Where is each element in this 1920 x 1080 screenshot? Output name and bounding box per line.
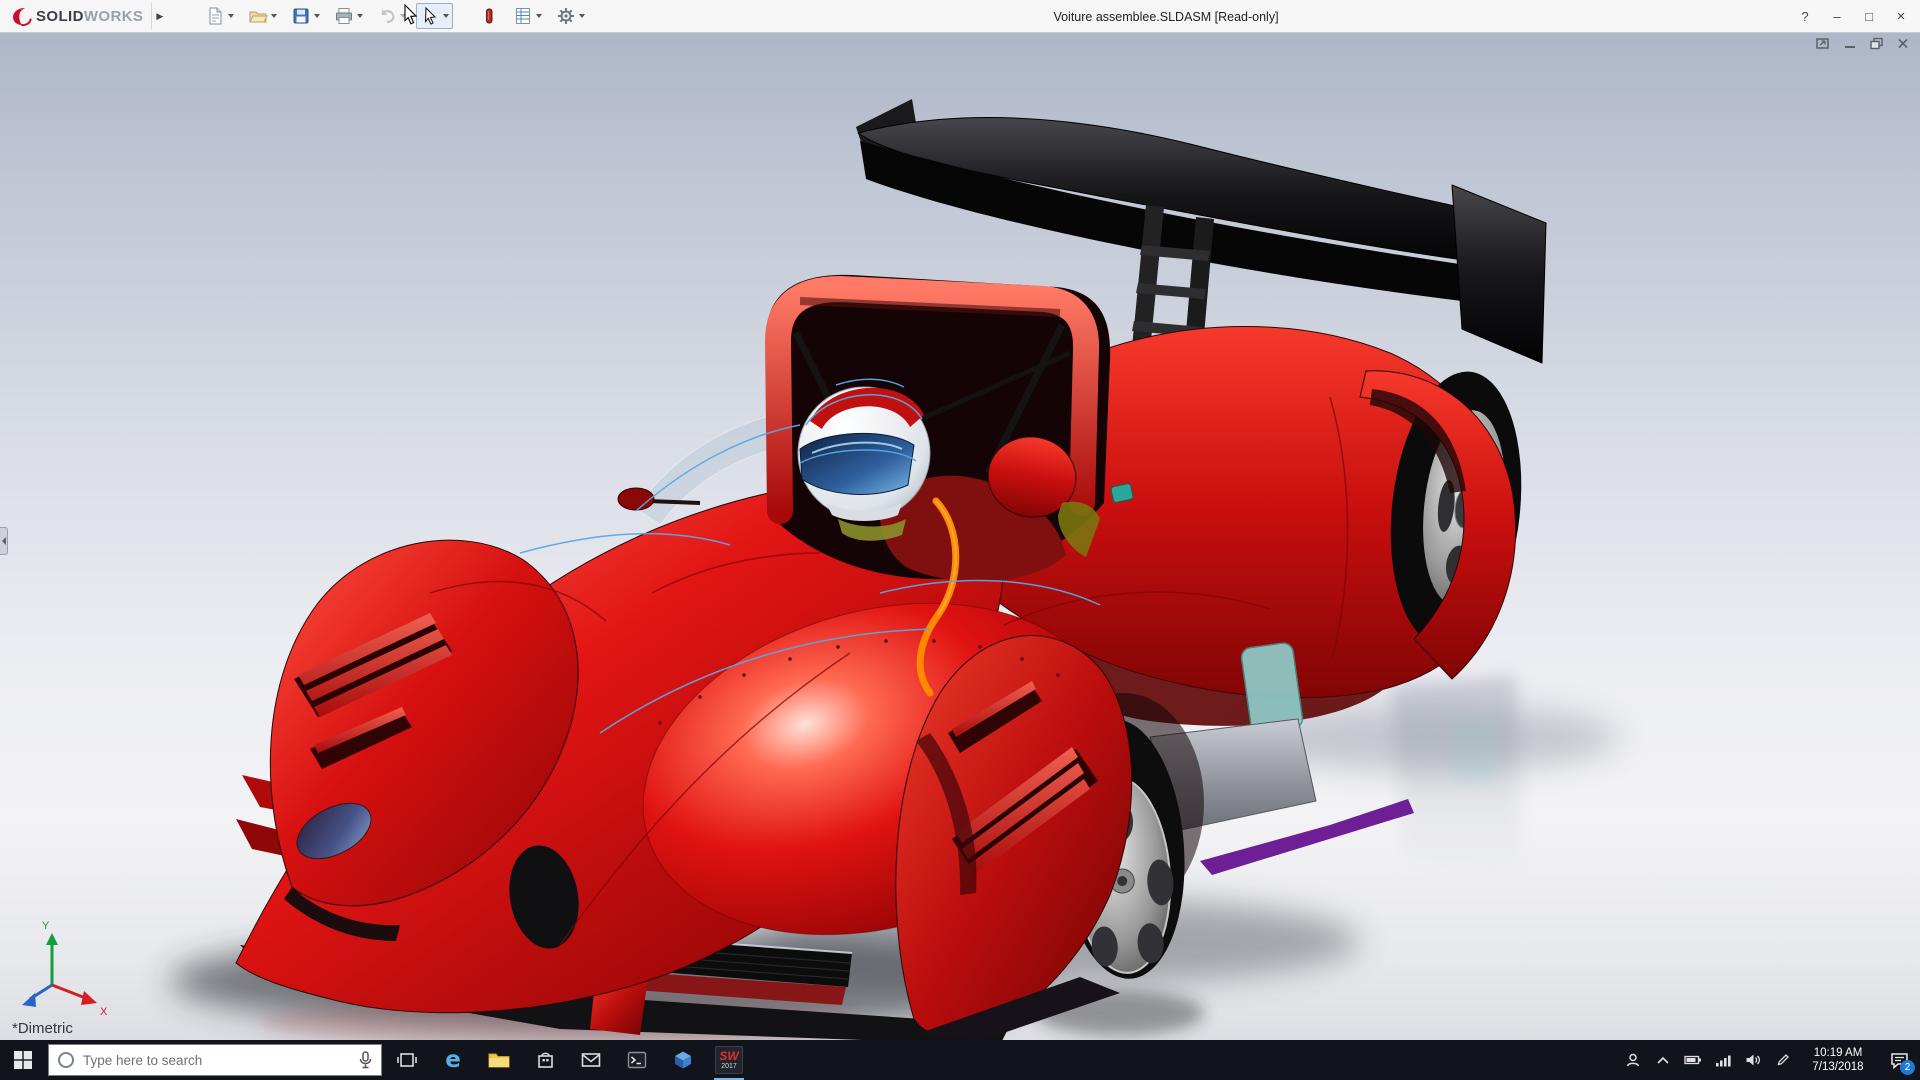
- dropdown-caret-icon: [357, 14, 363, 18]
- windows-logo-icon: [14, 1051, 32, 1069]
- cad-viewer-icon: [673, 1050, 693, 1070]
- window-title: Voiture assemblee.SLDASM [Read-only]: [1053, 0, 1278, 33]
- dropdown-caret-icon: [579, 14, 585, 18]
- tray-overflow-button[interactable]: [1648, 1040, 1678, 1080]
- search-input[interactable]: [83, 1053, 350, 1068]
- dropdown-caret-icon: [271, 14, 277, 18]
- select-arrow-icon: [420, 6, 440, 26]
- new-document-icon: [205, 6, 225, 26]
- collapse-arrow-icon: [2, 537, 6, 545]
- pin-pane-icon[interactable]: [1815, 37, 1831, 50]
- mouse-cursor: [404, 4, 419, 25]
- clock-date: 7/13/2018: [1812, 1060, 1863, 1074]
- task-view-button[interactable]: [384, 1040, 430, 1080]
- terminal-icon: [627, 1051, 647, 1069]
- quick-access-toolbar: [201, 3, 589, 29]
- save-icon: [291, 6, 311, 26]
- clock-time: 10:19 AM: [1814, 1046, 1863, 1060]
- solidworks-2017-icon: SW 2017: [715, 1046, 743, 1074]
- options-sheet-icon: [513, 6, 533, 26]
- cad-viewer-button[interactable]: [660, 1040, 706, 1080]
- mail-button[interactable]: [568, 1040, 614, 1080]
- volume-button[interactable]: [1738, 1040, 1768, 1080]
- battery-button[interactable]: [1678, 1040, 1708, 1080]
- dropdown-caret-icon: [536, 14, 542, 18]
- cortana-icon: [57, 1051, 75, 1069]
- save-button[interactable]: [287, 3, 324, 29]
- network-icon: [1715, 1054, 1731, 1067]
- task-view-icon: [397, 1050, 417, 1070]
- people-button[interactable]: [1618, 1040, 1648, 1080]
- ds-logo-icon: [10, 5, 32, 27]
- titlebar: SOLIDWORKS ▶: [0, 0, 1920, 33]
- microphone-icon[interactable]: [358, 1051, 373, 1069]
- windows-taskbar: e SW 2: [0, 1040, 1920, 1080]
- print-button[interactable]: [330, 3, 367, 29]
- print-icon: [334, 6, 354, 26]
- car-model: [236, 99, 1546, 1040]
- edge-button[interactable]: e: [430, 1040, 476, 1080]
- xpress-tools-icon: [479, 6, 499, 26]
- solidworks-2017-button[interactable]: SW 2017: [706, 1040, 752, 1080]
- reference-triad: Y X: [22, 920, 108, 1018]
- battery-icon: [1684, 1054, 1702, 1066]
- maximize-button[interactable]: □: [1856, 5, 1882, 29]
- file-explorer-button[interactable]: [476, 1040, 522, 1080]
- new-document-button[interactable]: [201, 3, 238, 29]
- start-button[interactable]: [0, 1040, 46, 1080]
- settings-button[interactable]: [552, 3, 589, 29]
- document-window-controls: [1815, 37, 1910, 50]
- mail-icon: [581, 1052, 601, 1068]
- solidworks-logo: SOLIDWORKS: [0, 5, 151, 27]
- undo-icon: [377, 6, 397, 26]
- dropdown-caret-icon: [228, 14, 234, 18]
- network-button[interactable]: [1708, 1040, 1738, 1080]
- terminal-button[interactable]: [614, 1040, 660, 1080]
- window-controls: ? – □ ×: [1792, 0, 1914, 33]
- gear-icon: [556, 6, 576, 26]
- pen-button[interactable]: [1768, 1040, 1798, 1080]
- graphics-area: Y X *Dimetric: [0, 33, 1920, 1040]
- store-button[interactable]: [522, 1040, 568, 1080]
- open-button[interactable]: [244, 3, 281, 29]
- restore-pane-icon[interactable]: [1869, 37, 1884, 50]
- open-icon: [248, 6, 268, 26]
- volume-icon: [1745, 1053, 1761, 1067]
- edge-icon: e: [445, 1047, 461, 1073]
- minimize-button[interactable]: –: [1824, 5, 1850, 29]
- side-mirror: [618, 488, 654, 510]
- minimize-pane-icon[interactable]: [1843, 37, 1857, 50]
- people-icon: [1625, 1052, 1641, 1068]
- close-button[interactable]: ×: [1888, 5, 1914, 29]
- action-center-button[interactable]: 2: [1878, 1040, 1920, 1080]
- chevron-up-icon: [1656, 1055, 1670, 1065]
- clock[interactable]: 10:19 AM 7/13/2018: [1798, 1040, 1878, 1080]
- file-explorer-icon: [488, 1051, 510, 1069]
- store-icon: [536, 1051, 555, 1070]
- 3d-viewport[interactable]: Y X: [0, 33, 1920, 1040]
- select-button[interactable]: [416, 3, 453, 29]
- view-orientation-label: *Dimetric: [12, 1020, 73, 1037]
- pen-icon: [1776, 1053, 1790, 1067]
- help-button[interactable]: ?: [1792, 5, 1818, 29]
- menu-expander-icon[interactable]: ▶: [151, 3, 167, 29]
- close-pane-icon[interactable]: [1896, 37, 1910, 50]
- triad-x-label: X: [100, 1006, 108, 1018]
- xpress-tools-button[interactable]: [475, 3, 503, 29]
- taskbar-search[interactable]: [48, 1044, 382, 1076]
- notification-badge: 2: [1900, 1060, 1915, 1075]
- triad-y-label: Y: [42, 920, 50, 932]
- dropdown-caret-icon: [314, 14, 320, 18]
- options-sheet-button[interactable]: [509, 3, 546, 29]
- feature-panel-collapse-tab[interactable]: [0, 527, 8, 555]
- dropdown-caret-icon: [443, 14, 449, 18]
- logo-text: SOLIDWORKS: [36, 8, 143, 25]
